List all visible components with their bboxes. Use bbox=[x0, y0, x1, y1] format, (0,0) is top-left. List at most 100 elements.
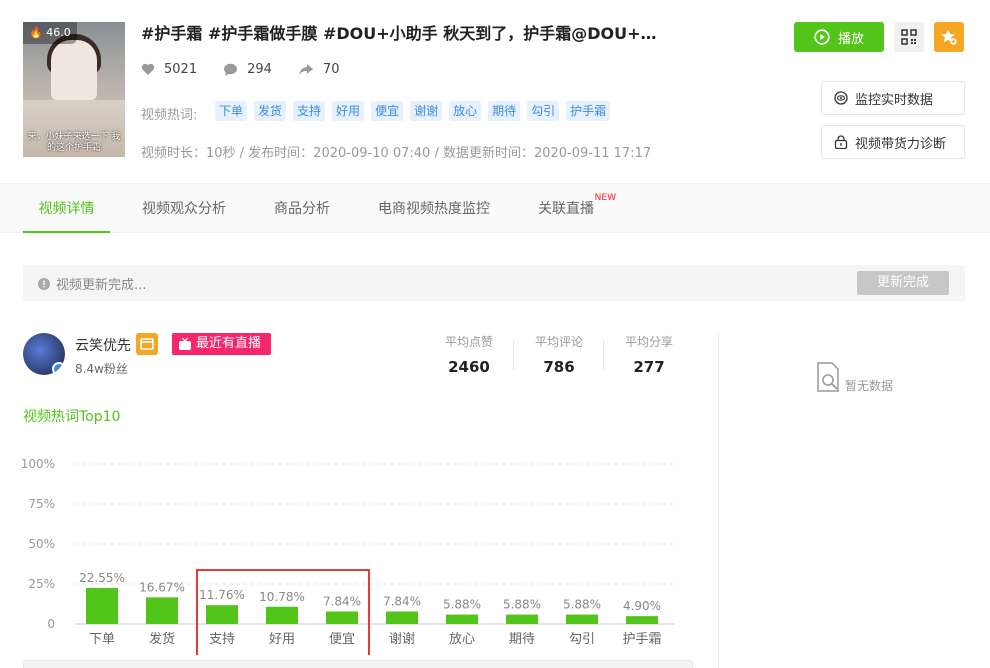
avg-comments-label: 平均评论 bbox=[534, 335, 583, 349]
hot-word-tag[interactable]: 谢谢 bbox=[410, 101, 443, 121]
bar bbox=[206, 605, 238, 624]
video-meta: 视频时长：10秒 / 发布时间：2020-09-10 07:40 / 数据更新时… bbox=[141, 146, 652, 161]
diagnose-label: 视频带货力诊断 bbox=[855, 136, 947, 152]
x-tick-label: 勾引 bbox=[569, 632, 595, 647]
bar-value-label: 7.84% bbox=[323, 594, 361, 608]
bar-value-label: 22.55% bbox=[79, 571, 125, 585]
qr-code-icon bbox=[901, 29, 917, 45]
author-name[interactable]: 云笑优先 bbox=[75, 335, 131, 355]
bar bbox=[266, 606, 298, 624]
comment-icon bbox=[224, 63, 238, 76]
shares-count: 70 bbox=[322, 62, 340, 77]
lock-cart-icon bbox=[834, 135, 848, 149]
x-tick-label: 期待 bbox=[509, 632, 535, 647]
hot-word-tag[interactable]: 护手霜 bbox=[566, 101, 611, 121]
update-status-bar bbox=[23, 265, 965, 301]
next-section-edge bbox=[23, 660, 693, 668]
comments-stat: 294 bbox=[223, 62, 272, 77]
comments-count: 294 bbox=[247, 62, 272, 77]
tab-product-analysis[interactable]: 商品分析 bbox=[274, 184, 330, 233]
diagnose-button[interactable]: 视频带货力诊断 bbox=[821, 125, 965, 159]
bar bbox=[86, 587, 118, 624]
x-tick-label: 下单 bbox=[89, 632, 115, 647]
avg-shares: 平均分享 277 bbox=[609, 333, 689, 376]
y-tick-label: 75% bbox=[28, 497, 55, 511]
shares-stat: 70 bbox=[298, 62, 340, 77]
play-label: 播放 bbox=[837, 31, 864, 47]
bar bbox=[326, 611, 358, 624]
tab-audience-analysis[interactable]: 视频观众分析 bbox=[142, 184, 226, 233]
x-tick-label: 好用 bbox=[269, 632, 295, 647]
bar bbox=[626, 616, 658, 624]
play-button[interactable]: 播放 bbox=[794, 22, 884, 52]
video-title[interactable]: #护手霜 #护手霜做手膜 #DOU+小助手 秋天到了，护手霜@DOU+… bbox=[141, 20, 657, 44]
update-status: 视频更新完成... bbox=[38, 274, 146, 293]
fire-icon: 🔥 bbox=[29, 26, 43, 39]
favorite-button[interactable] bbox=[934, 22, 964, 52]
hot-word-tag[interactable]: 期待 bbox=[488, 101, 521, 121]
avg-comments: 平均评论 786 bbox=[519, 333, 599, 376]
monitor-realtime-button[interactable]: 监控实时数据 bbox=[821, 81, 965, 115]
bar-value-label: 5.88% bbox=[443, 598, 481, 612]
avg-shares-label: 平均分享 bbox=[624, 335, 673, 349]
chart-title: 视频热词Top10 bbox=[23, 409, 121, 425]
y-tick-label: 0 bbox=[47, 617, 55, 631]
tab-related-live-label: 关联直播 bbox=[538, 201, 594, 217]
avg-comments-value: 786 bbox=[543, 358, 575, 376]
bar-value-label: 5.88% bbox=[563, 598, 601, 612]
bar-value-label: 5.88% bbox=[503, 598, 541, 612]
tab-bar: 视频详情 视频观众分析 商品分析 电商视频热度监控 关联直播 NEW bbox=[0, 183, 990, 233]
bar bbox=[566, 614, 598, 624]
tab-ecommerce-monitor[interactable]: 电商视频热度监控 bbox=[378, 184, 490, 233]
bar bbox=[506, 614, 538, 624]
hot-word-tag[interactable]: 放心 bbox=[449, 101, 482, 121]
tab-video-details[interactable]: 视频详情 bbox=[23, 184, 110, 233]
likes-stat: 5021 bbox=[141, 62, 197, 77]
thumbnail-figure bbox=[51, 40, 97, 100]
fans-count: 8.4w粉丝 bbox=[75, 362, 128, 376]
empty-state: 暂无数据 bbox=[815, 362, 893, 394]
x-tick-label: 护手霜 bbox=[622, 632, 661, 647]
y-tick-label: 25% bbox=[28, 577, 55, 591]
bar-value-label: 16.67% bbox=[139, 580, 185, 594]
tab-related-live[interactable]: 关联直播 NEW bbox=[538, 184, 616, 233]
likes-count: 5021 bbox=[164, 62, 198, 77]
heat-value: 46.0 bbox=[46, 26, 71, 39]
bar-value-label: 10.78% bbox=[259, 590, 305, 604]
no-data-text: 暂无数据 bbox=[845, 379, 894, 393]
shop-icon bbox=[136, 333, 158, 355]
x-tick-label: 发货 bbox=[149, 631, 175, 647]
hot-word-tag[interactable]: 下单 bbox=[215, 101, 248, 121]
hot-word-tag[interactable]: 便宜 bbox=[371, 101, 404, 121]
divider bbox=[603, 340, 604, 370]
thumbnail-caption: 来，小妹子来选一下 我的这个护手霜 bbox=[27, 132, 121, 153]
recent-live-label: 最近有直播 bbox=[196, 336, 262, 351]
bar bbox=[386, 611, 418, 624]
y-tick-label: 100% bbox=[21, 457, 55, 471]
recent-live-badge[interactable]: 最近有直播 bbox=[172, 333, 272, 355]
heart-icon bbox=[141, 63, 155, 75]
hot-word-tag[interactable]: 支持 bbox=[293, 101, 326, 121]
update-complete-button[interactable]: 更新完成 bbox=[857, 271, 949, 295]
qr-code-button[interactable] bbox=[894, 22, 924, 52]
x-tick-label: 支持 bbox=[209, 632, 235, 647]
monitor-label: 监控实时数据 bbox=[855, 92, 934, 108]
bar bbox=[146, 597, 178, 624]
bar bbox=[446, 614, 478, 624]
avg-likes-label: 平均点赞 bbox=[444, 335, 493, 349]
hot-word-tag[interactable]: 勾引 bbox=[527, 101, 560, 121]
avg-shares-value: 277 bbox=[633, 358, 665, 376]
bar-value-label: 11.76% bbox=[199, 588, 245, 602]
avg-likes: 平均点赞 2460 bbox=[429, 333, 509, 376]
hot-word-tag[interactable]: 发货 bbox=[254, 101, 287, 121]
eye-icon bbox=[834, 91, 848, 105]
info-icon bbox=[38, 277, 50, 290]
share-icon bbox=[298, 64, 313, 75]
avg-likes-value: 2460 bbox=[448, 358, 490, 376]
bar-value-label: 7.84% bbox=[383, 594, 421, 608]
hot-word-tag[interactable]: 好用 bbox=[332, 101, 365, 121]
star-add-icon bbox=[941, 29, 957, 45]
hot-word-tags: 下单 发货 支持 好用 便宜 谢谢 放心 期待 勾引 护手霜 bbox=[215, 101, 611, 121]
avatar[interactable] bbox=[23, 333, 65, 375]
bar-value-label: 4.90% bbox=[623, 599, 661, 613]
